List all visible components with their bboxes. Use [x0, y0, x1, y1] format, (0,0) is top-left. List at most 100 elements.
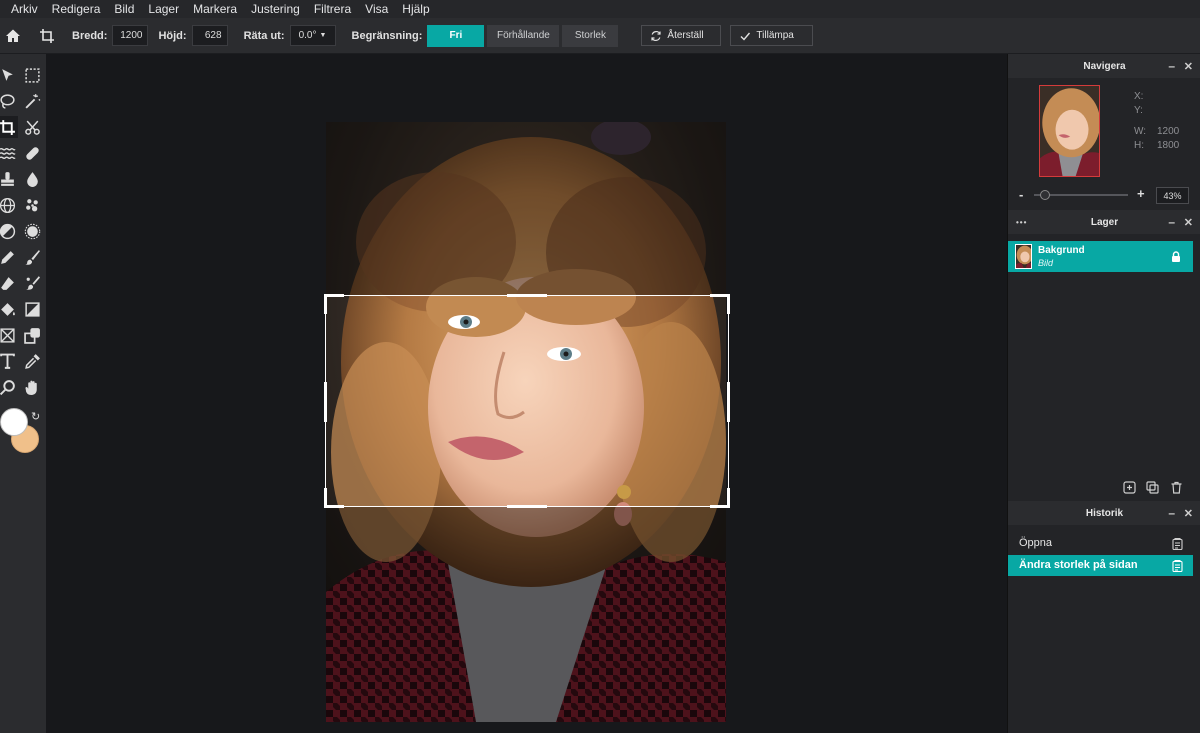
chevron-down-icon: ▼ [319, 32, 327, 39]
constraint-label: Begränsning: [351, 29, 423, 42]
crop-shade-bottom [326, 507, 726, 722]
scissors-icon[interactable] [21, 116, 43, 138]
eraser-icon[interactable] [0, 272, 18, 294]
history-state-icon [1172, 538, 1183, 550]
layers-title: Lager [1090, 216, 1119, 228]
constraint-ratio-button[interactable]: Förhållande [487, 24, 560, 47]
minimize-icon[interactable]: – [1168, 54, 1175, 78]
clone-stamp-icon[interactable] [0, 168, 18, 190]
liquify-icon[interactable] [0, 142, 18, 164]
home-icon[interactable] [0, 18, 26, 54]
magic-wand-icon[interactable] [21, 90, 43, 112]
brush-icon[interactable] [21, 246, 43, 268]
minimize-icon[interactable]: – [1168, 210, 1175, 234]
crop-icon[interactable] [0, 116, 18, 138]
navigator-title: Navigera [1083, 60, 1126, 72]
straighten-label: Räta ut: [243, 29, 285, 42]
crop-handle-top[interactable] [507, 294, 547, 297]
eyedropper-icon[interactable] [21, 350, 43, 372]
zoom-input[interactable]: 43% [1156, 187, 1189, 204]
navigator-h-label: H: [1134, 140, 1144, 151]
sharpen-icon[interactable] [21, 220, 43, 242]
crop-handle-right[interactable] [727, 382, 730, 422]
crop-tool-icon[interactable] [34, 18, 60, 54]
crop-handle-top-right-v[interactable] [727, 294, 730, 314]
sponge-icon[interactable] [21, 194, 43, 216]
history-item-label: Ändra storlek på sidan [1019, 559, 1138, 571]
bandage-icon[interactable] [21, 142, 43, 164]
crop-handle-bottom-left-v[interactable] [324, 488, 327, 508]
crop-box[interactable] [324, 294, 730, 508]
menu-bild[interactable]: Bild [107, 0, 141, 18]
menu-visa[interactable]: Visa [358, 0, 395, 18]
delete-layer-icon[interactable] [1170, 481, 1183, 494]
navigator-thumbnail[interactable] [1039, 85, 1100, 177]
hand-icon[interactable] [21, 376, 43, 398]
move-tool-icon[interactable] [0, 64, 18, 86]
layers-header: ••• Lager – ✕ [1008, 210, 1200, 234]
layer-name: Bakgrund [1038, 245, 1085, 256]
zoom-slider-knob[interactable] [1040, 190, 1051, 200]
history-item-selected[interactable]: Ändra storlek på sidan [1008, 555, 1193, 576]
transform-icon[interactable] [0, 324, 18, 346]
height-input[interactable]: 628 [191, 25, 228, 46]
gradient-icon[interactable] [21, 298, 43, 320]
constraint-free-button[interactable]: Fri [427, 24, 485, 47]
canvas-area[interactable] [46, 54, 1006, 733]
layers-menu-icon[interactable]: ••• [1016, 210, 1027, 234]
globe-icon[interactable] [0, 194, 18, 216]
crop-handle-top-left-v[interactable] [324, 294, 327, 314]
zoom-icon[interactable] [0, 376, 18, 398]
add-layer-icon[interactable] [1123, 481, 1136, 494]
apply-button[interactable]: Tillämpa [730, 25, 814, 46]
menu-lager[interactable]: Lager [141, 0, 186, 18]
layer-row[interactable]: Bakgrund Bild [1008, 241, 1193, 272]
blur-drop-icon[interactable] [21, 168, 43, 190]
dodge-icon[interactable] [0, 220, 18, 242]
menu-markera[interactable]: Markera [186, 0, 244, 18]
close-icon[interactable]: ✕ [1184, 210, 1193, 234]
close-icon[interactable]: ✕ [1184, 501, 1193, 525]
minimize-icon[interactable]: – [1168, 501, 1175, 525]
menu-justering[interactable]: Justering [244, 0, 307, 18]
color-replace-icon[interactable] [21, 272, 43, 294]
lasso-icon[interactable] [0, 90, 18, 112]
foreground-color-swatch[interactable] [0, 408, 28, 436]
constraint-size-button[interactable]: Storlek [562, 24, 619, 47]
layer-type: Bild [1038, 258, 1054, 268]
paint-bucket-icon[interactable] [0, 298, 18, 320]
history-item[interactable]: Öppna [1008, 533, 1193, 554]
marquee-select-icon[interactable] [21, 64, 43, 86]
reset-button[interactable]: Återställ [641, 25, 722, 46]
crop-handle-bottom-right-v[interactable] [727, 488, 730, 508]
menu-filtrera[interactable]: Filtrera [307, 0, 358, 18]
zoom-in-button[interactable]: + [1137, 186, 1145, 201]
refresh-icon [651, 30, 662, 41]
width-label: Bredd: [72, 29, 108, 42]
reset-label: Återställ [667, 30, 704, 41]
lock-icon[interactable] [1171, 251, 1181, 262]
menu-bar: Arkiv Redigera Bild Lager Markera Juster… [0, 0, 1200, 18]
width-input[interactable]: 1200 [112, 25, 149, 46]
menu-arkiv[interactable]: Arkiv [4, 0, 45, 18]
layer-thumbnail [1015, 244, 1032, 269]
history-state-icon [1172, 560, 1183, 572]
navigator-w-label: W: [1134, 126, 1147, 137]
shapes-icon[interactable] [21, 324, 43, 346]
navigator-header: Navigera – ✕ [1008, 54, 1200, 78]
pencil-icon[interactable] [0, 246, 18, 268]
menu-hjalp[interactable]: Hjälp [395, 0, 436, 18]
close-icon[interactable]: ✕ [1184, 54, 1193, 78]
crop-handle-bottom[interactable] [507, 505, 547, 508]
crop-handle-bottom-left[interactable] [324, 505, 344, 508]
zoom-out-button[interactable]: - [1019, 187, 1023, 202]
swap-colors-icon[interactable]: ↻ [31, 411, 41, 423]
duplicate-layer-icon[interactable] [1146, 481, 1159, 494]
right-panel: Navigera – ✕ X: Y: W: 1200 H: 1800 - + 4… [1007, 54, 1200, 733]
text-tool-icon[interactable] [0, 350, 18, 372]
crop-handle-top-left[interactable] [324, 294, 344, 297]
straighten-select[interactable]: 0.0° ▼ [289, 25, 336, 46]
zoom-slider[interactable] [1034, 190, 1128, 200]
crop-handle-left[interactable] [324, 382, 327, 422]
menu-redigera[interactable]: Redigera [45, 0, 108, 18]
